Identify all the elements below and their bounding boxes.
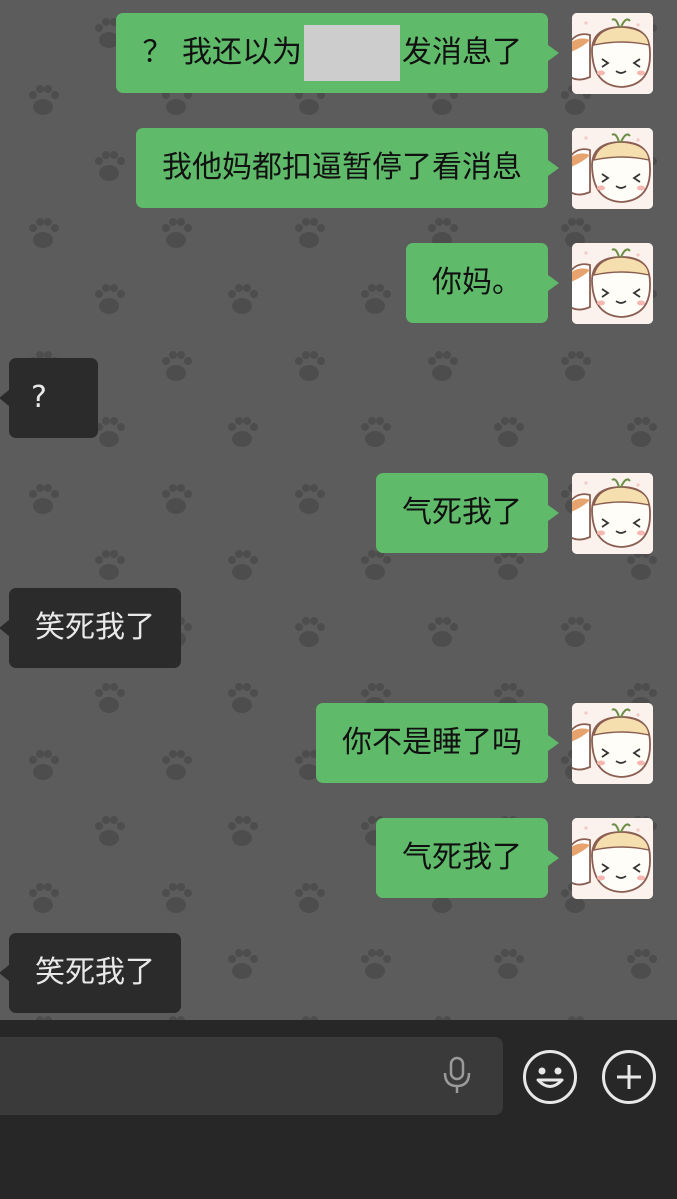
message-row: 笑死我了 [0, 933, 181, 1013]
message-row: 笑死我了 [0, 588, 181, 668]
avatar[interactable] [572, 127, 653, 209]
outgoing-message-bubble[interactable]: 你妈。 [406, 243, 559, 323]
message-text: 你不是睡了吗 [342, 725, 522, 760]
outgoing-message-bubble[interactable]: 气死我了 [376, 473, 559, 553]
avatar[interactable] [572, 242, 653, 324]
mic-icon[interactable] [440, 1056, 474, 1094]
message-text: 气死我了 [402, 495, 522, 530]
message-text: 气死我了 [402, 840, 522, 875]
message-text: 笑死我了 [35, 955, 155, 990]
avatar[interactable] [572, 12, 653, 94]
message-text: 我他妈都扣逼暂停了看消息 [162, 150, 522, 185]
message-row: 气死我了 [376, 472, 653, 554]
message-input[interactable] [0, 1037, 503, 1115]
plus-icon[interactable] [602, 1050, 656, 1104]
message-row: 气死我了 [376, 817, 653, 899]
outgoing-message-bubble[interactable]: 气死我了 [376, 818, 559, 898]
message-row: 你不是睡了吗 [316, 702, 653, 784]
message-text: 笑死我了 [35, 610, 155, 645]
chat-message-area[interactable]: ？ 我还以为 发消息了 我他妈都扣逼暂停了看消息 你妈。 ? 气死我了 笑死我了… [0, 0, 677, 1020]
outgoing-message-bubble[interactable]: ？ 我还以为 发消息了 [116, 13, 559, 93]
message-text: ? [31, 380, 47, 415]
emoji-icon[interactable] [523, 1050, 577, 1104]
avatar[interactable] [572, 472, 653, 554]
incoming-message-bubble[interactable]: 笑死我了 [0, 933, 181, 1013]
message-row: ? [0, 358, 98, 438]
outgoing-message-bubble[interactable]: 你不是睡了吗 [316, 703, 559, 783]
incoming-message-bubble[interactable]: 笑死我了 [0, 588, 181, 668]
avatar[interactable] [572, 817, 653, 899]
incoming-message-bubble[interactable]: ? [0, 358, 98, 438]
message-row: 我他妈都扣逼暂停了看消息 [136, 127, 653, 209]
message-text: 你妈。 [432, 265, 522, 300]
redacted-block [304, 25, 400, 81]
message-row: 你妈。 [406, 242, 653, 324]
avatar[interactable] [572, 702, 653, 784]
message-text-after: 发消息了 [402, 35, 522, 70]
message-row: ？ 我还以为 发消息了 [116, 12, 653, 94]
message-text-before: ？ 我还以为 [142, 35, 302, 70]
input-bar [0, 1020, 677, 1199]
outgoing-message-bubble[interactable]: 我他妈都扣逼暂停了看消息 [136, 128, 559, 208]
